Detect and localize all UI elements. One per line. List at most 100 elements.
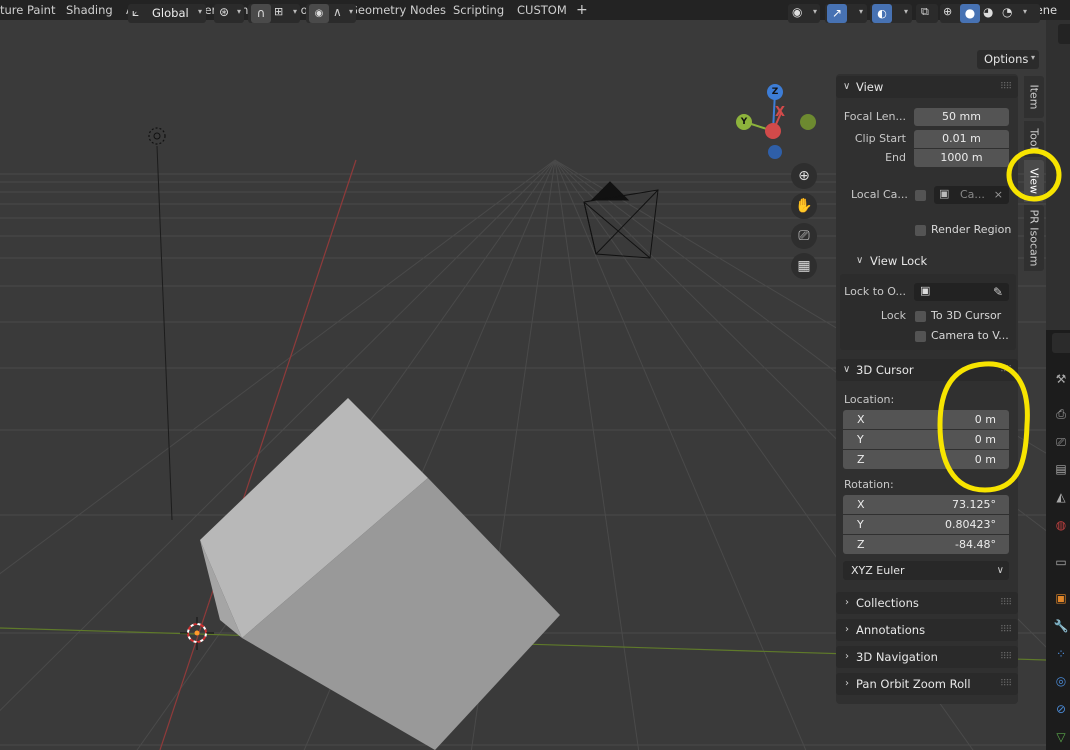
- perspective-grid-icon[interactable]: ▦: [791, 253, 817, 279]
- clip-end-label: End: [885, 151, 906, 164]
- clip-start-label: Clip Start: [854, 132, 906, 145]
- chevron-down-icon[interactable]: ∨: [856, 252, 863, 270]
- render-properties-icon[interactable]: ⎙: [1052, 405, 1070, 423]
- proportional-editing[interactable]: ◉ ∧ ▾: [306, 4, 356, 23]
- tab-custom[interactable]: CUSTOM: [517, 0, 567, 20]
- drag-grip-icon[interactable]: ⠿⠿: [1000, 621, 1012, 639]
- viewport-header: [0, 20, 1046, 46]
- annotations-section-title: Annotations: [856, 623, 926, 637]
- chevron-right-icon: ›: [845, 624, 849, 635]
- gizmo-icon[interactable]: ↗: [827, 4, 847, 23]
- gizmo-x-axis[interactable]: X: [773, 106, 787, 120]
- drag-grip-icon[interactable]: ⠿⠿: [1000, 594, 1012, 612]
- tab-shading[interactable]: Shading: [66, 0, 113, 20]
- gizmo-y-axis[interactable]: Y: [736, 114, 752, 130]
- chevron-down-icon[interactable]: ▾: [1023, 7, 1027, 16]
- pivot-point-dropdown[interactable]: ⊛ ▾: [214, 4, 244, 23]
- axis-label: X: [857, 413, 865, 426]
- tab-view[interactable]: View: [1024, 160, 1044, 202]
- lock-to-cursor-checkbox[interactable]: [915, 311, 926, 322]
- chevron-right-icon: ›: [845, 651, 849, 662]
- world-properties-icon[interactable]: ◍: [1052, 516, 1070, 534]
- visibility-dropdown[interactable]: ◉ ▾: [788, 4, 820, 23]
- focal-length-field[interactable]: 50 mm: [914, 108, 1009, 126]
- tool-properties-icon[interactable]: ⚒: [1052, 370, 1070, 388]
- chevron-down-icon: ▾: [903, 7, 908, 16]
- location-y-field[interactable]: Y 0 m: [843, 430, 1009, 449]
- drag-grip-icon[interactable]: ⠿⠿: [1000, 648, 1012, 666]
- rendered-shading-icon[interactable]: ◔: [1002, 5, 1012, 19]
- collection-properties-icon[interactable]: ▭: [1052, 553, 1070, 571]
- camera-to-view-label: Camera to V...: [931, 329, 1009, 342]
- location-x-field[interactable]: X 0 m: [843, 410, 1009, 429]
- rotation-x-field[interactable]: X 73.125°: [843, 495, 1009, 514]
- magnet-icon[interactable]: ∩: [251, 4, 271, 23]
- local-camera-checkbox[interactable]: [915, 190, 926, 201]
- tab-tool[interactable]: Tool: [1024, 121, 1044, 157]
- gizmo-neg-y[interactable]: [765, 123, 781, 139]
- outliner-filter-icon[interactable]: [1058, 24, 1070, 44]
- camera-view-icon[interactable]: ⎚: [791, 223, 817, 249]
- clip-end-field[interactable]: 1000 m: [914, 149, 1009, 167]
- gizmo-toggle[interactable]: ↗ ▾: [825, 4, 867, 23]
- tab-pr-isocam[interactable]: PR Isocam: [1024, 205, 1044, 271]
- lock-to-object-field[interactable]: ▣ ✎: [914, 283, 1009, 301]
- overlays-icon[interactable]: ◐: [872, 4, 892, 23]
- particles-icon[interactable]: ⁘: [1052, 645, 1070, 663]
- zoom-icon[interactable]: ⊕: [791, 163, 817, 189]
- proportional-icon[interactable]: ◉: [309, 4, 329, 23]
- object-properties-icon[interactable]: ▣: [1052, 589, 1070, 607]
- axis-label: Z: [857, 538, 865, 551]
- axis-value: 0 m: [974, 453, 996, 466]
- scene-properties-icon[interactable]: ◭: [1052, 488, 1070, 506]
- clip-start-field[interactable]: 0.01 m: [914, 130, 1009, 148]
- render-region-checkbox[interactable]: [915, 225, 926, 236]
- object-data-icon[interactable]: ▽: [1052, 728, 1070, 746]
- gizmo-neg-x[interactable]: [800, 114, 816, 130]
- overlays-toggle[interactable]: ◐ ▾: [870, 4, 912, 23]
- close-icon[interactable]: ×: [994, 186, 1003, 204]
- rotation-mode-dropdown[interactable]: XYZ Euler ∨: [843, 561, 1009, 580]
- chevron-down-icon: ▾: [292, 7, 297, 16]
- options-button[interactable]: Options ▾: [977, 50, 1039, 69]
- location-z-field[interactable]: Z 0 m: [843, 450, 1009, 469]
- pan-orbit-section-title: Pan Orbit Zoom Roll: [856, 677, 971, 691]
- chevron-down-icon: ▾: [1030, 53, 1035, 62]
- local-camera-field[interactable]: ▣ Ca... ×: [934, 186, 1009, 204]
- axis-label: Z: [857, 453, 865, 466]
- chevron-right-icon: ›: [845, 597, 849, 608]
- chevron-down-icon: ▾: [348, 7, 353, 16]
- solid-shading-icon[interactable]: ●: [960, 4, 980, 23]
- gizmo-neg-z[interactable]: [768, 145, 782, 159]
- chevron-down-icon: ∨: [843, 364, 851, 375]
- wireframe-shading-icon[interactable]: ⊕: [943, 5, 952, 18]
- rotation-y-field[interactable]: Y 0.80423°: [843, 515, 1009, 534]
- camera-to-view-checkbox[interactable]: [915, 331, 926, 342]
- tab-scripting[interactable]: Scripting: [453, 0, 504, 20]
- eyedropper-icon[interactable]: ✎: [993, 283, 1003, 301]
- drag-grip-icon[interactable]: ⠿⠿: [1000, 675, 1012, 693]
- view-lock-title[interactable]: View Lock: [870, 252, 927, 270]
- rotation-z-field[interactable]: Z -84.48°: [843, 535, 1009, 554]
- shading-mode-group: ⊕ ● ◕ ◔ ▾: [940, 4, 1040, 23]
- navigation-section-title: 3D Navigation: [856, 650, 938, 664]
- drag-grip-icon[interactable]: ⠿⠿: [1000, 361, 1012, 379]
- gizmo-z-axis[interactable]: Z: [767, 84, 783, 100]
- tab-item[interactable]: Item: [1024, 76, 1044, 118]
- transform-orientation-dropdown[interactable]: ⟀ Global ▾: [128, 4, 206, 23]
- constraints-icon[interactable]: ⊘: [1052, 700, 1070, 718]
- tab-geometry-nodes[interactable]: Geometry Nodes: [349, 0, 446, 20]
- pan-hand-icon[interactable]: ✋: [791, 193, 817, 219]
- rotation-label: Rotation:: [844, 478, 894, 491]
- drag-grip-icon[interactable]: ⠿⠿: [1000, 78, 1012, 96]
- output-properties-icon[interactable]: ⎚: [1052, 433, 1070, 451]
- properties-editor-icon[interactable]: [1052, 333, 1070, 353]
- modifier-wrench-icon[interactable]: 🔧: [1052, 617, 1070, 635]
- snapping-controls[interactable]: ∩ ⊞ ▾: [248, 4, 300, 23]
- tab-texture-paint[interactable]: ture Paint: [0, 0, 55, 20]
- physics-icon[interactable]: ◎: [1052, 672, 1070, 690]
- xray-toggle[interactable]: ⧉: [916, 4, 938, 23]
- add-workspace-button[interactable]: +: [576, 0, 588, 20]
- view-layer-icon[interactable]: ▤: [1052, 460, 1070, 478]
- material-shading-icon[interactable]: ◕: [983, 5, 993, 19]
